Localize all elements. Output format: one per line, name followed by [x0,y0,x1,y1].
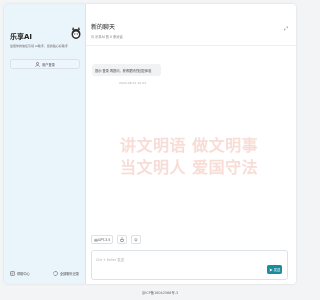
watermark-line-1: 讲文明语 做文明事 [120,136,259,155]
header-divider [86,45,296,46]
input-placeholder: Ctrl + Enter 发送 [96,258,124,262]
clear-context-button[interactable] [117,235,128,244]
input-toolbar: 🤖 GPT-3.5 ☺ [91,235,141,244]
chat-title: 新的聊天 [91,24,116,31]
watermark-line-2: 当文明人 爱国守法 [120,157,259,177]
message-time: 2024-08-21 10:23 [119,81,147,85]
mask-button[interactable]: ☺ [131,235,141,244]
app-window: 乐享AI 最懂你的信任引领 AI助手，您的贴心好助手 用户登录 帮助中心 全部聊… [4,4,296,284]
chat-main: 新的聊天 与 乐享AI 的 0 条对话 ⤢ 提示:登录 再提问，获得更好的回复体… [86,4,296,284]
user-icon [35,61,40,67]
send-button[interactable]: 发送 [267,265,282,274]
all-history-button[interactable]: 全部聊天记录 [53,271,79,276]
message-input[interactable]: Ctrl + Enter 发送 发送 [91,250,288,280]
send-icon [269,267,273,272]
brand-subtitle: 最懂你的信任引领 AI助手，您的贴心好助手 [10,44,68,48]
help-center-label: 帮助中心 [17,272,30,276]
help-center-button[interactable]: 帮助中心 [10,271,30,276]
mascot-logo-icon [71,27,81,39]
history-icon [53,271,58,276]
watermark: 讲文明语 做文明事 当文明人 爱国守法 [120,135,258,178]
sidebar-footer: 帮助中心 全部聊天记录 [4,271,85,276]
model-label: GPT-3.5 [97,237,111,242]
message-bubble: 提示:登录 再提问，获得更好的回复体验 [92,64,161,76]
icp-footer[interactable]: 京ICP备18042566号-3 [0,290,320,295]
brand-title: 乐享AI [10,33,33,41]
chat-meta: 与 乐享AI 的 0 条对话 [91,35,123,39]
user-login-label: 用户登录 [42,62,55,67]
model-select-button[interactable]: 🤖 GPT-3.5 [91,235,114,244]
broom-icon [120,237,125,242]
message-text: 提示:登录 再提问，获得更好的回复体验 [95,68,152,73]
sidebar: 乐享AI 最懂你的信任引领 AI助手，您的贴心好助手 用户登录 帮助中心 全部聊… [4,4,86,284]
user-login-button[interactable]: 用户登录 [10,59,80,69]
all-history-label: 全部聊天记录 [59,272,79,276]
help-icon [10,271,15,276]
mask-icon: ☺ [134,237,138,242]
send-label: 发送 [273,268,281,272]
expand-icon[interactable]: ⤢ [284,26,288,32]
